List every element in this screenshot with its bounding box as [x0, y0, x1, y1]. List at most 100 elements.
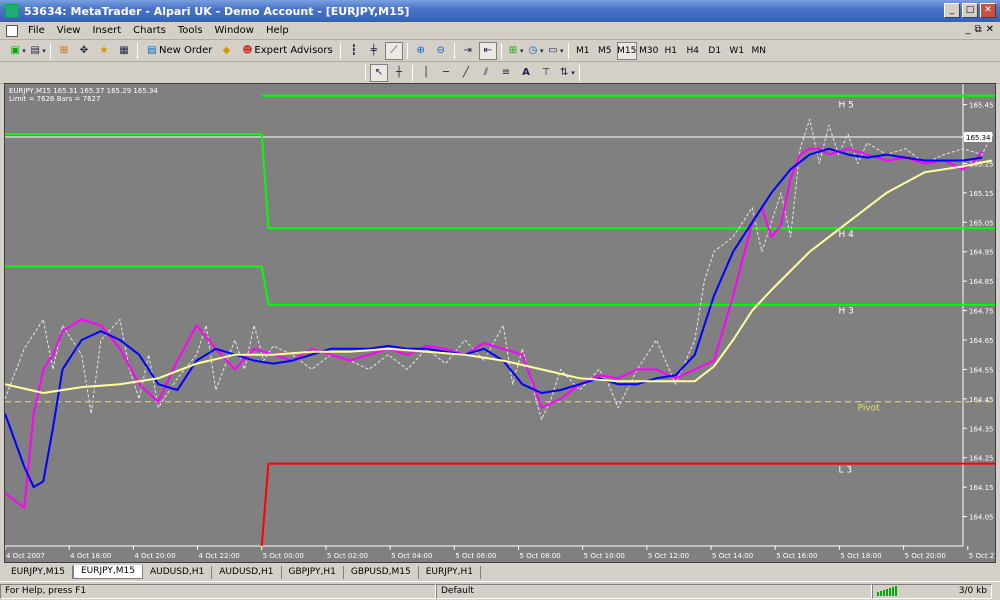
y-tick-label: 164.65 — [969, 337, 994, 345]
bar-chart-button[interactable]: ┇ — [345, 42, 363, 60]
document-icon[interactable] — [6, 24, 18, 37]
y-tick-label: 165.05 — [969, 219, 994, 227]
level-h4-label: H 4 — [838, 230, 854, 240]
level-h3-label: H 3 — [838, 307, 853, 317]
tab-audusd-h1-1[interactable]: AUDUSD,H1 — [143, 566, 213, 579]
templates-button[interactable]: ▭ ▾ — [546, 42, 564, 60]
timeframe-h4[interactable]: H4 — [683, 42, 703, 60]
new-order-button[interactable]: ▤ New Order — [142, 42, 215, 60]
timeframe-m1[interactable]: M1 — [573, 42, 593, 60]
cursor-button[interactable]: ↖ — [370, 63, 388, 82]
menu-window[interactable]: Window — [209, 25, 260, 36]
timeframe-w1[interactable]: W1 — [727, 42, 747, 60]
new-chart-button[interactable]: ▣ ▾ — [8, 42, 26, 60]
bar-chart-icon: ┇ — [350, 45, 357, 56]
profiles-button[interactable]: ▤ ▾ — [28, 42, 46, 60]
crosshair-button[interactable]: ┼ — [390, 64, 408, 82]
x-tick-label: 5 Oct 22:00 — [969, 552, 995, 560]
tab-eurjpy-m15-2[interactable]: EURJPY,M15 — [73, 565, 143, 579]
timeframe-m30[interactable]: M30 — [639, 42, 659, 60]
channel-button[interactable]: ⫽ — [477, 64, 495, 82]
channel-icon: ⫽ — [483, 67, 489, 78]
market-watch-button[interactable]: ⊞ — [55, 42, 73, 60]
maximize-button[interactable]: □ — [962, 3, 978, 18]
mdi-minimize-button[interactable]: _ — [965, 24, 970, 35]
timeframe-h1[interactable]: H1 — [661, 42, 681, 60]
line-studies-toolbar: ↖ ┼ │ ─ ╱ ⫽ ≡ A ⊤ ⇅ ▾ — [0, 62, 1000, 84]
x-tick-label: 5 Oct 20:00 — [905, 552, 946, 560]
y-tick-label: 164.55 — [969, 366, 994, 374]
arrows-button[interactable]: ⇅ ▾ — [557, 64, 575, 82]
trendline-icon: ╱ — [462, 67, 470, 78]
market-watch-icon: ⊞ — [59, 45, 69, 56]
auto-scroll-button[interactable]: ⇥ — [459, 42, 477, 60]
menu-tools[interactable]: Tools — [172, 25, 209, 36]
series-magenta-ma-line — [5, 147, 983, 509]
tab-gbpjpy-h1[interactable]: GBPJPY,H1 — [282, 566, 344, 579]
status-bar: For Help, press F1 Default 3/0 kb — [0, 581, 1000, 600]
timeframe-m5[interactable]: M5 — [595, 42, 615, 60]
x-tick-label: 5 Oct 18:00 — [840, 552, 881, 560]
expert-advisors-button[interactable]: ☻ Expert Advisors — [237, 42, 335, 60]
x-tick-label: 5 Oct 16:00 — [776, 552, 817, 560]
terminal-button[interactable]: ▦ — [115, 42, 133, 60]
chart-window[interactable]: 165.45165.35165.25165.15165.05164.95164.… — [4, 83, 996, 563]
price-chart[interactable]: 165.45165.35165.25165.15165.05164.95164.… — [5, 84, 995, 562]
line-chart-icon: ⟋ — [390, 45, 398, 56]
menu-help[interactable]: Help — [260, 25, 295, 36]
level-l3-label: L 3 — [838, 465, 852, 475]
line-chart-button[interactable]: ⟋ — [384, 41, 403, 60]
level-h5-label: H 5 — [838, 101, 853, 111]
x-tick-label: 5 Oct 02:00 — [327, 552, 368, 560]
indicators-button[interactable]: ⊞ ▾ — [506, 42, 524, 60]
timeframe-m15[interactable]: M15 — [616, 41, 637, 60]
terminal-icon: ▦ — [119, 45, 129, 56]
navigator-icon: ★ — [99, 45, 109, 56]
tab-eurjpy-h1[interactable]: EURJPY,H1 — [419, 566, 481, 579]
periods-button[interactable]: ◷ ▾ — [526, 42, 544, 60]
zoom-in-button[interactable]: ⊕ — [412, 42, 430, 60]
y-tick-label: 164.25 — [969, 455, 994, 463]
mdi-restore-button[interactable]: ⧉ — [974, 24, 981, 35]
menu-view[interactable]: View — [51, 25, 87, 36]
menu-file[interactable]: File — [22, 25, 51, 36]
x-tick-label: 5 Oct 08:00 — [519, 552, 560, 560]
menu-charts[interactable]: Charts — [127, 25, 172, 36]
vertical-line-icon: │ — [422, 67, 430, 78]
series-blue-ma-line — [5, 147, 983, 489]
horizontal-line-button[interactable]: ─ — [437, 64, 455, 82]
x-tick-label: 4 Oct 20:00 — [134, 552, 175, 560]
tab-eurjpy-m15-1[interactable]: EURJPY,M15 — [4, 566, 73, 579]
tab-audusd-h1-2[interactable]: AUDUSD,H1 — [212, 566, 282, 579]
zoom-out-icon: ⊖ — [436, 45, 445, 56]
horizontal-line-icon: ─ — [442, 67, 450, 78]
trendline-button[interactable]: ╱ — [457, 64, 475, 82]
text-label-button[interactable]: ⊤ — [537, 64, 555, 82]
zoom-out-button[interactable]: ⊖ — [432, 42, 450, 60]
fibonacci-button[interactable]: ≡ — [497, 64, 515, 82]
x-tick-label: 5 Oct 04:00 — [391, 552, 432, 560]
candlestick-button[interactable]: ╪ — [365, 42, 383, 60]
y-tick-label: 164.45 — [969, 396, 994, 404]
y-tick-label: 164.15 — [969, 484, 994, 492]
chart-bars-line: Limit = 7626 Bars = 7627 — [9, 95, 101, 103]
text-tool-button[interactable]: A — [517, 64, 535, 82]
mdi-close-button[interactable]: ✕ — [986, 24, 994, 35]
connection-status: 3/0 kb — [872, 583, 992, 599]
menu-insert[interactable]: Insert — [86, 25, 127, 36]
metatrader-app-icon[interactable] — [5, 4, 19, 18]
text-tool-icon: A — [522, 67, 530, 78]
navigator-button[interactable]: ★ — [95, 42, 113, 60]
metaeditor-button[interactable]: ◆ — [217, 42, 235, 60]
crosshair-icon: ┼ — [395, 67, 403, 78]
tab-gbpusd-m15[interactable]: GBPUSD,M15 — [344, 566, 419, 579]
minimize-button[interactable]: _ — [944, 3, 960, 18]
chart-shift-button[interactable]: ⇤ — [478, 41, 497, 60]
timeframe-mn[interactable]: MN — [749, 42, 769, 60]
data-window-button[interactable]: ✥ — [75, 42, 93, 60]
timeframe-d1[interactable]: D1 — [705, 42, 725, 60]
close-button[interactable]: ✕ — [980, 3, 996, 18]
vertical-line-button[interactable]: │ — [417, 64, 435, 82]
templates-icon: ▭ — [548, 45, 558, 56]
y-tick-label: 164.85 — [969, 278, 994, 286]
